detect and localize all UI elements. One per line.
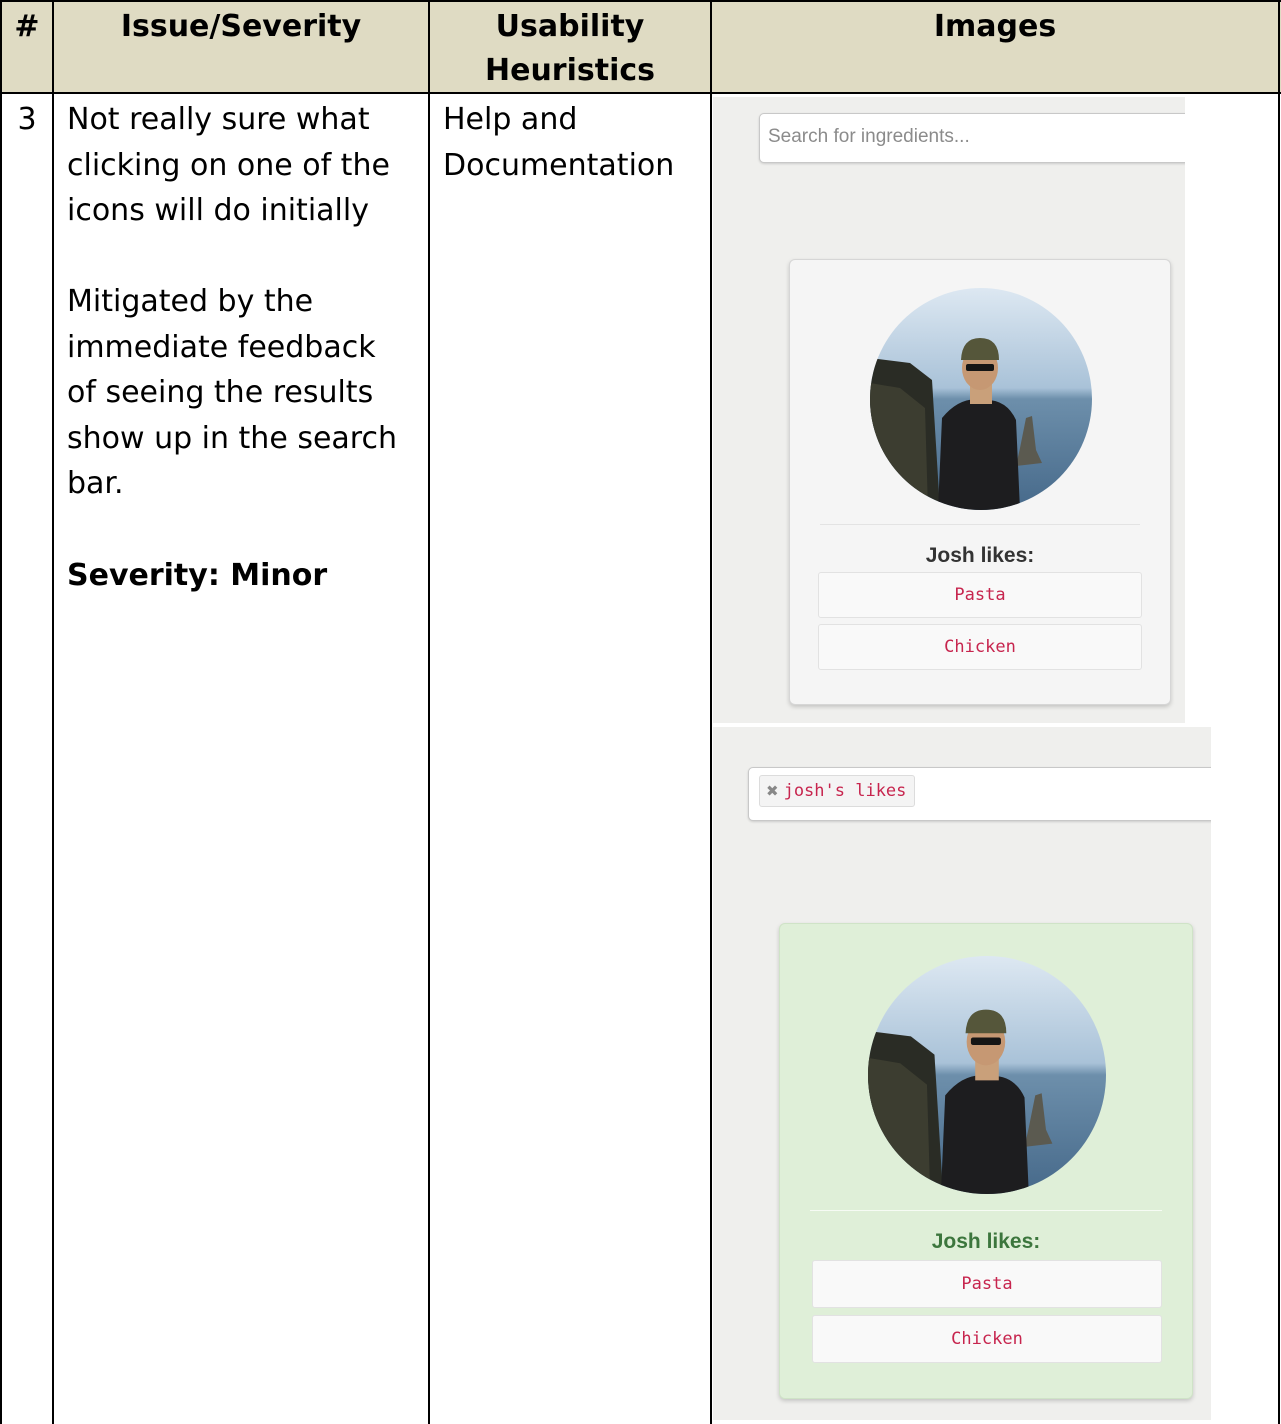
table-border-top	[0, 0, 1281, 2]
like-item-pasta[interactable]: Pasta	[812, 1260, 1162, 1308]
search-input[interactable]: Search for ingredients...	[759, 113, 1185, 163]
screenshot-before: Search for ingredients... Josh likes: Pa…	[713, 97, 1185, 723]
mitigation-note: Mitigated by the immediate feedback of s…	[67, 279, 397, 507]
mitigation-line: Mitigated by the	[67, 284, 314, 319]
filter-tag[interactable]: ✖ josh's likes	[759, 775, 916, 807]
column-border-3	[710, 0, 712, 1424]
severity-label: Severity: Minor	[67, 558, 328, 593]
header-issue-severity: Issue/Severity	[120, 9, 362, 44]
column-border-right	[1278, 0, 1280, 1424]
header-number: #	[14, 9, 40, 44]
mitigation-line: of seeing the results	[67, 375, 374, 410]
likes-title: Josh likes:	[925, 544, 1035, 567]
profile-card-highlighted[interactable]: Josh likes: Pasta Chicken	[779, 923, 1193, 1399]
avatar	[868, 956, 1106, 1194]
column-border-left	[0, 0, 2, 1424]
issue-line: clicking on one of the	[67, 147, 390, 183]
header-usability: Usability	[495, 9, 645, 44]
likes-title: Josh likes:	[931, 1230, 1041, 1253]
profile-card[interactable]: Josh likes: Pasta Chicken	[789, 259, 1171, 705]
column-border-2	[428, 0, 430, 1424]
row-number: 3	[17, 102, 37, 137]
mitigation-line: show up in the search	[67, 420, 397, 456]
header-images: Images	[933, 9, 1057, 44]
header-heuristics: Heuristics	[484, 53, 655, 88]
issue-line: Not really sure what	[67, 102, 370, 137]
avatar-photo	[868, 956, 1106, 1194]
card-divider	[820, 524, 1140, 525]
mitigation-line: immediate feedback	[67, 329, 376, 365]
remove-tag-icon[interactable]: ✖	[766, 782, 779, 800]
tag-label: josh's likes	[783, 781, 907, 801]
avatar	[870, 288, 1092, 510]
heuristic-line: Help and	[443, 102, 578, 137]
like-item-chicken[interactable]: Chicken	[812, 1315, 1162, 1363]
screenshot-after: ✖ josh's likes Josh likes: Pasta Chicken	[713, 727, 1211, 1420]
column-border-1	[52, 0, 54, 1424]
heuristic-line: Documentation	[443, 147, 675, 183]
heuristic-evaluation-table: # Issue/Severity Usability Heuristics Im…	[0, 0, 1281, 1424]
like-item-chicken[interactable]: Chicken	[818, 624, 1142, 670]
like-item-pasta[interactable]: Pasta	[818, 572, 1142, 618]
issue-description: Not really sure what clicking on one of …	[67, 97, 390, 234]
issue-line: icons will do initially	[67, 193, 369, 228]
search-input[interactable]: ✖ josh's likes	[748, 767, 1211, 821]
heuristic-name: Help and Documentation	[443, 97, 674, 188]
card-divider	[810, 1210, 1162, 1211]
avatar-photo	[870, 288, 1092, 510]
mitigation-line: bar.	[67, 466, 124, 501]
search-placeholder: Search for ingredients...	[768, 126, 970, 147]
